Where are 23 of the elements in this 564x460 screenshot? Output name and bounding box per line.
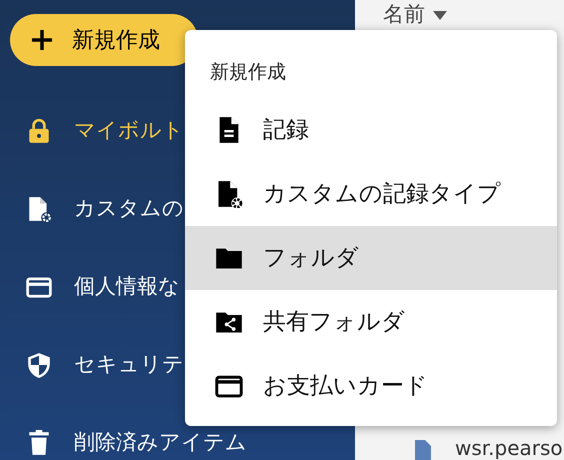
menu-item-label: お支払いカード: [263, 372, 428, 401]
plus-icon: [30, 28, 54, 52]
menu-item[interactable]: フォルダ: [185, 226, 557, 290]
sidebar-item[interactable]: 個人情報な: [74, 271, 180, 303]
menu-item-label: フォルダ: [263, 244, 359, 273]
menu-item-label: 共有フォルダ: [263, 308, 405, 337]
menu-item[interactable]: 記録: [185, 98, 557, 162]
new-button[interactable]: 新規作成: [10, 14, 198, 66]
file-icon: [413, 438, 433, 460]
menu-item[interactable]: カスタムの記録タイプ: [185, 162, 557, 226]
menu-item[interactable]: お支払いカード: [185, 354, 557, 418]
shield-icon: [26, 352, 52, 378]
menu-item-label: 記録: [263, 116, 309, 145]
sort-caret-icon[interactable]: [433, 10, 447, 20]
sidebar-item[interactable]: カスタムの: [74, 193, 184, 225]
menu-title: 新規作成: [210, 60, 287, 84]
sidebar-item[interactable]: 削除済みアイテム: [74, 427, 247, 459]
sidebar-item[interactable]: セキュリテ: [74, 349, 184, 381]
sidebar-item[interactable]: マイボルト: [74, 115, 184, 147]
menu-item-label: カスタムの記録タイプ: [263, 180, 501, 209]
menu-item[interactable]: 共有フォルダ: [185, 290, 557, 354]
column-header[interactable]: 名前: [383, 0, 425, 31]
file-name[interactable]: wsr.pearso: [455, 436, 563, 460]
